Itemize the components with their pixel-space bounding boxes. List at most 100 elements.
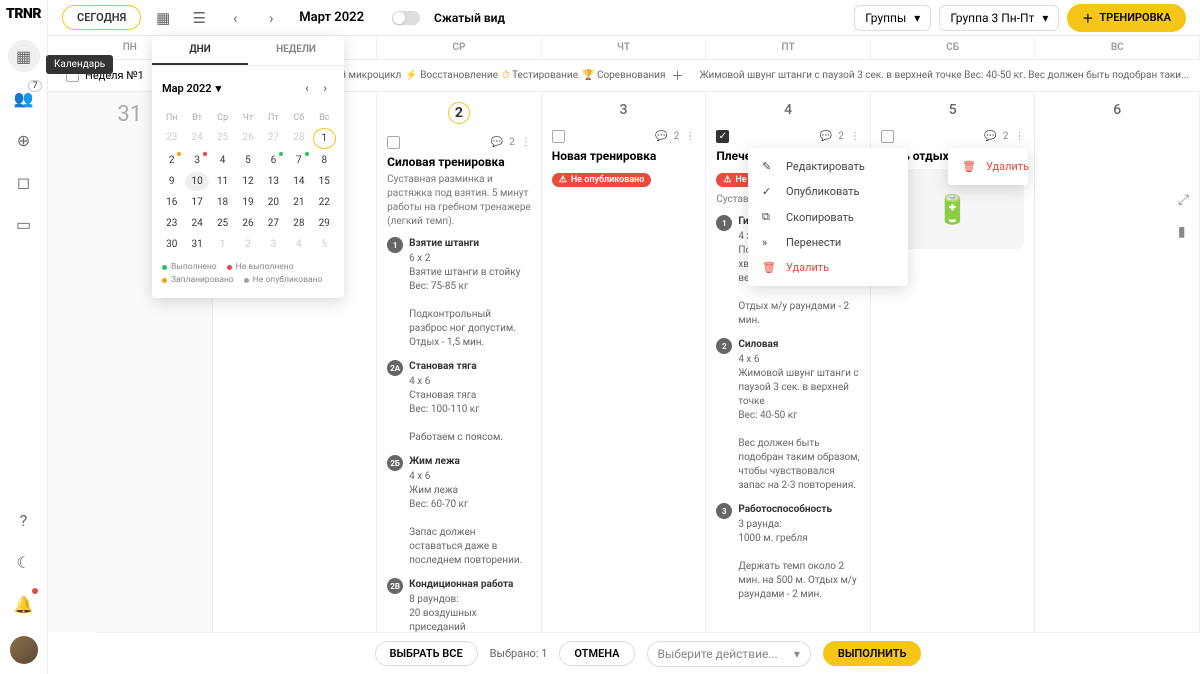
menu-icon[interactable]: ⋮	[1014, 131, 1024, 142]
calendar-day[interactable]: 24	[185, 214, 208, 233]
group-type-select[interactable]: Группы▾	[854, 5, 931, 31]
compact-toggle[interactable]	[392, 11, 420, 25]
nav-calendar-icon[interactable]: ▦	[8, 40, 40, 72]
nav-darkmode-icon[interactable]: ☾	[8, 546, 40, 578]
calendar-day[interactable]: 12	[236, 172, 259, 191]
calendar-day[interactable]: 27	[262, 128, 285, 149]
calendar-day[interactable]: 2	[160, 151, 183, 170]
calendar-day[interactable]: 14	[287, 172, 310, 191]
calendar-icon[interactable]: ▦	[149, 4, 177, 32]
calendar-day[interactable]: 1	[313, 128, 336, 149]
ctx-item[interactable]: ✎Редактировать	[748, 154, 908, 179]
card-title: Новая тренировка	[552, 149, 696, 163]
calendar-day[interactable]: 22	[313, 193, 336, 212]
calendar-day[interactable]: 8	[313, 151, 336, 170]
calendar-day[interactable]: 28	[287, 128, 310, 149]
card-checkbox[interactable]	[881, 130, 894, 143]
cancel-button[interactable]: ОТМЕНА	[559, 641, 634, 666]
calendar-day[interactable]: 3	[262, 235, 285, 254]
calendar-day[interactable]: 3	[185, 151, 208, 170]
execute-button[interactable]: ВЫПОЛНИТЬ	[823, 641, 922, 666]
calendar-day[interactable]: 21	[287, 193, 310, 212]
topbar: СЕГОДНЯ ▦ ☰ ‹ › Март 2022 Сжатый вид Гру…	[48, 0, 1200, 36]
card-checkbox[interactable]	[552, 130, 565, 143]
month-label: Март 2022	[299, 10, 364, 25]
card-desc: Суставная разминка и растяжка под взятия…	[387, 173, 531, 229]
menu-icon[interactable]: ⋮	[521, 137, 531, 148]
select-all-button[interactable]: ВЫБРАТЬ ВСЕ	[375, 641, 478, 666]
calendar-day[interactable]: 19	[236, 193, 259, 212]
context-submenu: 🗑 Удалить	[948, 148, 1028, 185]
calendar-day[interactable]: 23	[160, 214, 183, 233]
day-header: ЧТ	[542, 36, 707, 59]
calendar-day[interactable]: 7	[287, 151, 310, 170]
selection-count: Выбрано: 1	[490, 647, 548, 660]
calendar-day[interactable]: 5	[313, 235, 336, 254]
ctx-delete[interactable]: 🗑 Удалить	[948, 154, 1028, 179]
calendar-day[interactable]: 28	[287, 214, 310, 233]
nav-help-icon[interactable]: ?	[8, 504, 40, 536]
day-header: СБ	[871, 36, 1036, 59]
calendar-day[interactable]: 25	[211, 214, 234, 233]
picker-next-icon[interactable]: ›	[316, 74, 334, 102]
calendar-day[interactable]: 23	[160, 128, 183, 149]
calendar-day[interactable]: 18	[211, 193, 234, 212]
calendar-day[interactable]: 1	[211, 235, 234, 254]
calendar-day[interactable]: 11	[211, 172, 234, 191]
date-picker: ДНИ НЕДЕЛИ Мар 2022 ▾ ‹ › ПнВтСрЧтПтСбВс…	[152, 36, 344, 298]
calendar-day[interactable]: 15	[313, 172, 336, 191]
calendar-day[interactable]: 30	[160, 235, 183, 254]
calendar-day[interactable]: 4	[211, 151, 234, 170]
ctx-item[interactable]: ⧉Скопировать	[748, 204, 908, 230]
nav-card-icon[interactable]: ▭	[8, 208, 40, 240]
card-checkbox[interactable]	[387, 136, 400, 149]
ctx-item[interactable]: ✓Опубликовать	[748, 179, 908, 204]
calendar-day[interactable]: 26	[236, 214, 259, 233]
today-button[interactable]: СЕГОДНЯ	[62, 5, 141, 30]
menu-icon[interactable]: ⋮	[685, 131, 695, 142]
tooltip: Календарь	[46, 55, 113, 74]
comment-icon[interactable]: 💬	[984, 131, 996, 142]
nav-group-icon[interactable]: 👥7	[8, 82, 40, 114]
action-select[interactable]: Выберите действие...▾	[647, 641, 811, 667]
calendar-day[interactable]: 16	[160, 193, 183, 212]
card-checkbox[interactable]: ✓	[716, 130, 729, 143]
calendar-day[interactable]: 27	[262, 214, 285, 233]
calendar-day[interactable]: 17	[185, 193, 208, 212]
tab-weeks[interactable]: НЕДЕЛИ	[248, 36, 344, 65]
expand-icon[interactable]: ⤢	[1178, 192, 1189, 208]
ctx-item[interactable]: 🗑Удалить	[748, 255, 908, 280]
list-icon[interactable]: ☰	[185, 4, 213, 32]
calendar-day[interactable]: 2	[236, 235, 259, 254]
next-month-icon[interactable]: ›	[257, 4, 285, 32]
calendar-day[interactable]: 10	[185, 172, 208, 191]
ctx-item[interactable]: »Перенести	[748, 230, 908, 255]
calendar-day[interactable]: 25	[211, 128, 234, 149]
comment-icon[interactable]: 💬	[491, 137, 503, 148]
calendar-day[interactable]: 29	[313, 214, 336, 233]
calendar-day[interactable]: 13	[262, 172, 285, 191]
picker-prev-icon[interactable]: ‹	[298, 74, 316, 102]
add-tag-icon[interactable]: ＋	[669, 68, 685, 84]
calendar-day[interactable]: 24	[185, 128, 208, 149]
comment-icon[interactable]: 💬	[820, 131, 832, 142]
picker-month[interactable]: Мар 2022	[162, 82, 212, 95]
calendar-day[interactable]: 5	[236, 151, 259, 170]
day-number: 5	[871, 92, 1035, 124]
calendar-day[interactable]: 9	[160, 172, 183, 191]
calendar-day[interactable]: 6	[262, 151, 285, 170]
avatar[interactable]	[10, 636, 38, 664]
new-training-button[interactable]: ＋ТРЕНИРОВКА	[1067, 4, 1186, 32]
comment-icon[interactable]: 💬	[655, 131, 667, 142]
nav-bookmark-icon[interactable]: ◻	[8, 166, 40, 198]
calendar-day[interactable]: 26	[236, 128, 259, 149]
menu-icon[interactable]: ⋮	[850, 131, 860, 142]
calendar-day[interactable]: 20	[262, 193, 285, 212]
tab-days[interactable]: ДНИ	[152, 36, 248, 65]
calendar-day[interactable]: 4	[287, 235, 310, 254]
nav-globe-icon[interactable]: ⊕	[8, 124, 40, 156]
nav-bell-icon[interactable]: 🔔	[8, 588, 40, 620]
group-value-select[interactable]: Группа 3 Пн-Пт▾	[939, 5, 1059, 31]
prev-month-icon[interactable]: ‹	[221, 4, 249, 32]
calendar-day[interactable]: 31	[185, 235, 208, 254]
